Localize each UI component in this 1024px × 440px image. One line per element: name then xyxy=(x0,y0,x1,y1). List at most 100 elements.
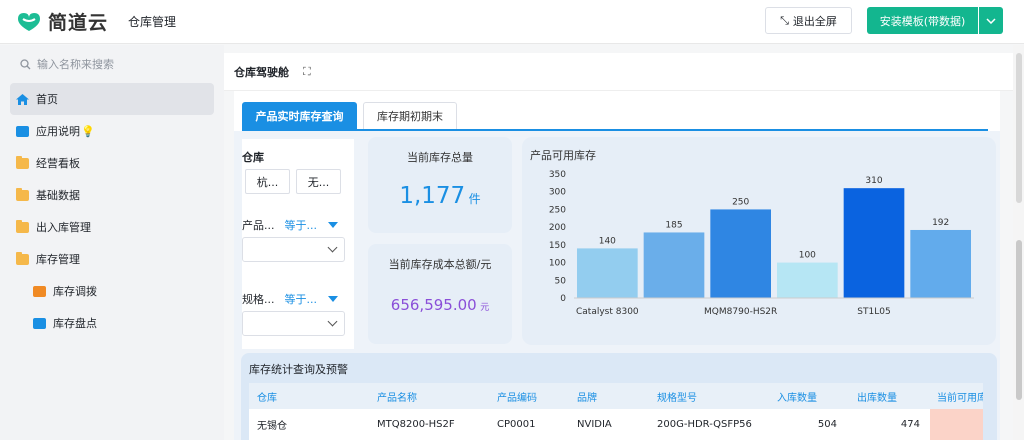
sidebar-item-inout-management[interactable]: 出入库管理 xyxy=(0,211,224,243)
spec-operator[interactable]: 等于... xyxy=(285,291,318,307)
kpi-total-stock-unit: 件 xyxy=(468,192,481,206)
table-cell: 474 xyxy=(900,419,920,430)
table-cell-warning xyxy=(930,409,983,440)
spec-filter-row: 规格... 等于... xyxy=(242,291,338,307)
bar-value-label: 140 xyxy=(599,236,616,246)
expand-icon[interactable]: ⛶ xyxy=(303,65,311,79)
column-header[interactable]: 仓库 xyxy=(257,383,367,409)
table-cell: NVIDIA xyxy=(577,419,612,430)
tab-underline xyxy=(242,129,988,131)
x-tick-label: Catalyst 8300 xyxy=(576,307,639,317)
sidebar-item-inventory-transfer[interactable]: 库存调拨 xyxy=(0,275,224,307)
chevron-down-icon xyxy=(986,17,996,24)
stock-table-card: 库存统计查询及预警 仓库 产品名称 产品编码 品牌 规格型号 入库数量 出库数量… xyxy=(241,353,997,440)
y-tick-label: 250 xyxy=(549,205,566,215)
spec-filter-label: 规格... xyxy=(242,293,275,306)
spec-select[interactable] xyxy=(242,311,345,336)
warehouse-option-hangzhou[interactable]: 杭... xyxy=(245,169,290,194)
folder-open-icon xyxy=(16,251,29,265)
column-header[interactable]: 品牌 xyxy=(577,383,647,409)
install-dropdown-button[interactable] xyxy=(979,7,1003,34)
chart-bar xyxy=(710,209,771,298)
sidebar: 输入名称来搜索 首页 应用说明 💡 经营看板 基础数据 出入库管理 库存管理 库… xyxy=(0,45,224,440)
top-bar: 简道云 仓库管理 ⤡ 退出全屏 安装模板(带数据) xyxy=(0,0,1024,44)
exit-fullscreen-label: 退出全屏 xyxy=(792,14,837,28)
install-template-button[interactable]: 安装模板(带数据) xyxy=(867,7,978,34)
kpi-total-cost-unit: 元 xyxy=(480,303,490,313)
home-icon xyxy=(16,93,29,105)
column-header[interactable]: 产品名称 xyxy=(377,383,487,409)
page-scrollbar[interactable] xyxy=(1013,45,1024,440)
sidebar-item-inventory-management[interactable]: 库存管理 xyxy=(0,243,224,275)
table-cell: MTQ8200-HS2F xyxy=(377,419,455,430)
kpi-total-stock-title: 当前库存总量 xyxy=(407,151,473,164)
column-header[interactable]: 当前可用库存 xyxy=(937,383,983,409)
column-header[interactable]: 入库数量 xyxy=(777,383,847,409)
filter-panel: 仓库 杭... 无... 产品... 等于... 规格... 等于... xyxy=(242,139,354,349)
brand-name: 简道云 xyxy=(48,12,109,34)
column-header[interactable]: 产品编码 xyxy=(497,383,567,409)
chevron-down-icon xyxy=(327,242,338,253)
sidebar-item-label: 库存调拨 xyxy=(53,285,97,298)
search-icon xyxy=(20,58,31,69)
tab-realtime-stock[interactable]: 产品实时库存查询 xyxy=(242,102,357,129)
y-tick-label: 350 xyxy=(549,170,566,180)
scrollbar-thumb[interactable] xyxy=(1016,240,1022,400)
kpi-total-cost-value: 656,595.00 元 xyxy=(368,296,512,314)
product-filter-row: 产品... 等于... xyxy=(242,217,338,233)
product-filter-label: 产品... xyxy=(242,219,275,232)
column-header[interactable]: 出库数量 xyxy=(857,383,927,409)
product-operator[interactable]: 等于... xyxy=(285,217,318,233)
scrollbar-track-upper xyxy=(1016,53,1022,203)
caret-down-icon[interactable] xyxy=(328,222,338,228)
kpi-total-cost-number: 656,595.00 xyxy=(390,296,477,314)
caret-down-icon[interactable] xyxy=(328,296,338,302)
sidebar-item-inventory-count[interactable]: 库存盘点 xyxy=(0,307,224,339)
y-tick-label: 0 xyxy=(560,294,566,304)
product-select[interactable] xyxy=(242,237,345,262)
stock-bar-chart: 0 50 100 150 200 250 300 350 140 Catalyst 8300 185… xyxy=(549,170,974,317)
folder-icon xyxy=(16,219,29,233)
chart-bar xyxy=(777,262,838,298)
y-tick-label: 150 xyxy=(549,241,566,251)
brand-logo[interactable]: 简道云 xyxy=(14,8,108,35)
table-header: 仓库 产品名称 产品编码 品牌 规格型号 入库数量 出库数量 当前可用库存 xyxy=(249,383,983,409)
stock-chart-card: 产品可用库存 0 50 100 150 200 250 300 350 140 Catalyst … xyxy=(522,137,996,345)
logo-icon xyxy=(18,12,40,31)
chart-bar xyxy=(643,232,705,298)
sidebar-item-label: 首页 xyxy=(36,93,58,106)
chart-bar xyxy=(910,229,971,298)
app-name[interactable]: 仓库管理 xyxy=(128,13,176,30)
warehouse-option-wuxi[interactable]: 无... xyxy=(296,169,341,194)
column-header[interactable]: 规格型号 xyxy=(657,383,767,409)
sidebar-item-base-data[interactable]: 基础数据 xyxy=(0,179,224,211)
sidebar-search[interactable]: 输入名称来搜索 xyxy=(0,45,224,83)
sidebar-item-home[interactable]: 首页 xyxy=(10,83,214,115)
table-cell: 504 xyxy=(817,419,837,430)
search-placeholder: 输入名称来搜索 xyxy=(37,58,114,71)
sidebar-item-label: 应用说明 xyxy=(36,125,80,138)
table-cell: 200G-HDR-QSFP56 xyxy=(657,419,752,430)
sidebar-item-label: 经营看板 xyxy=(36,157,80,170)
doc-icon xyxy=(16,125,29,137)
tab-bar: 产品实时库存查询 库存期初期末 xyxy=(234,91,1000,131)
sidebar-item-business-board[interactable]: 经营看板 xyxy=(0,147,224,179)
chart-icon xyxy=(33,285,46,297)
tab-period-stock[interactable]: 库存期初期末 xyxy=(363,102,457,129)
bar-value-label: 250 xyxy=(732,197,749,207)
exit-fullscreen-button[interactable]: ⤡ 退出全屏 xyxy=(765,7,852,34)
kpi-total-stock: 当前库存总量 1,177 件 xyxy=(368,137,512,233)
sidebar-item-label: 库存管理 xyxy=(36,253,80,266)
kpi-total-stock-value: 1,177 件 xyxy=(368,183,512,209)
y-tick-label: 50 xyxy=(555,276,567,286)
table-row[interactable]: 无锡仓 MTQ8200-HS2F CP0001 NVIDIA 200G-HDR-… xyxy=(249,409,983,440)
sidebar-item-app-guide[interactable]: 应用说明 💡 xyxy=(0,115,224,147)
main-content: 仓库驾驶舱 ⛶ 产品实时库存查询 库存期初期末 仓库 杭... 无... 产品.… xyxy=(224,45,1013,440)
x-tick-label: MQM8790-HS2R xyxy=(704,307,777,317)
kpi-total-stock-number: 1,177 xyxy=(399,183,466,209)
sidebar-item-label: 出入库管理 xyxy=(36,221,91,234)
bar-value-label: 185 xyxy=(665,220,682,230)
sidebar-item-label: 库存盘点 xyxy=(53,317,97,330)
chevron-down-icon xyxy=(327,316,338,327)
table-title: 库存统计查询及预警 xyxy=(249,363,348,376)
